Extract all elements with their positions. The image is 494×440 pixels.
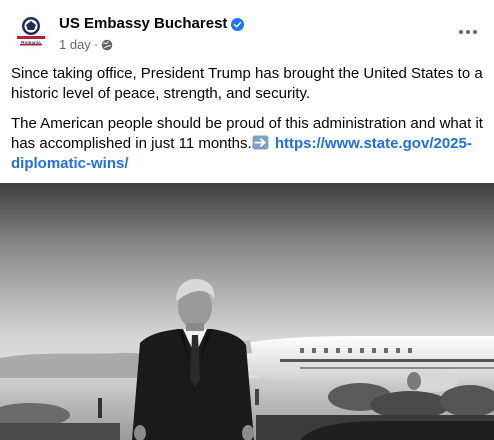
post-photo[interactable] [0,183,494,440]
facebook-post: Romania US Embassy Bucharest 1 day · Sin… [0,0,494,440]
post-paragraph-2: The American people should be proud of t… [11,114,487,174]
right-arrow-emoji-icon [252,135,269,150]
photo-scene [0,183,494,440]
page-avatar[interactable]: Romania [11,12,51,52]
page-name-row: US Embassy Bucharest [59,14,245,34]
meta-separator: · [93,37,99,52]
post-header: Romania US Embassy Bucharest 1 day · [0,0,494,60]
avatar-caption: Romania [21,40,41,45]
globe-icon[interactable] [101,39,113,51]
more-options-button[interactable] [456,20,480,44]
page-name[interactable]: US Embassy Bucharest [59,14,227,34]
post-body: Since taking office, President Trump has… [11,64,487,184]
verified-badge-icon [231,17,245,31]
more-options-icon [459,30,477,34]
embassy-seal-icon [11,12,51,52]
post-timestamp[interactable]: 1 day [59,37,91,53]
post-paragraph-1: Since taking office, President Trump has… [11,65,483,102]
post-meta: 1 day · [59,37,113,53]
